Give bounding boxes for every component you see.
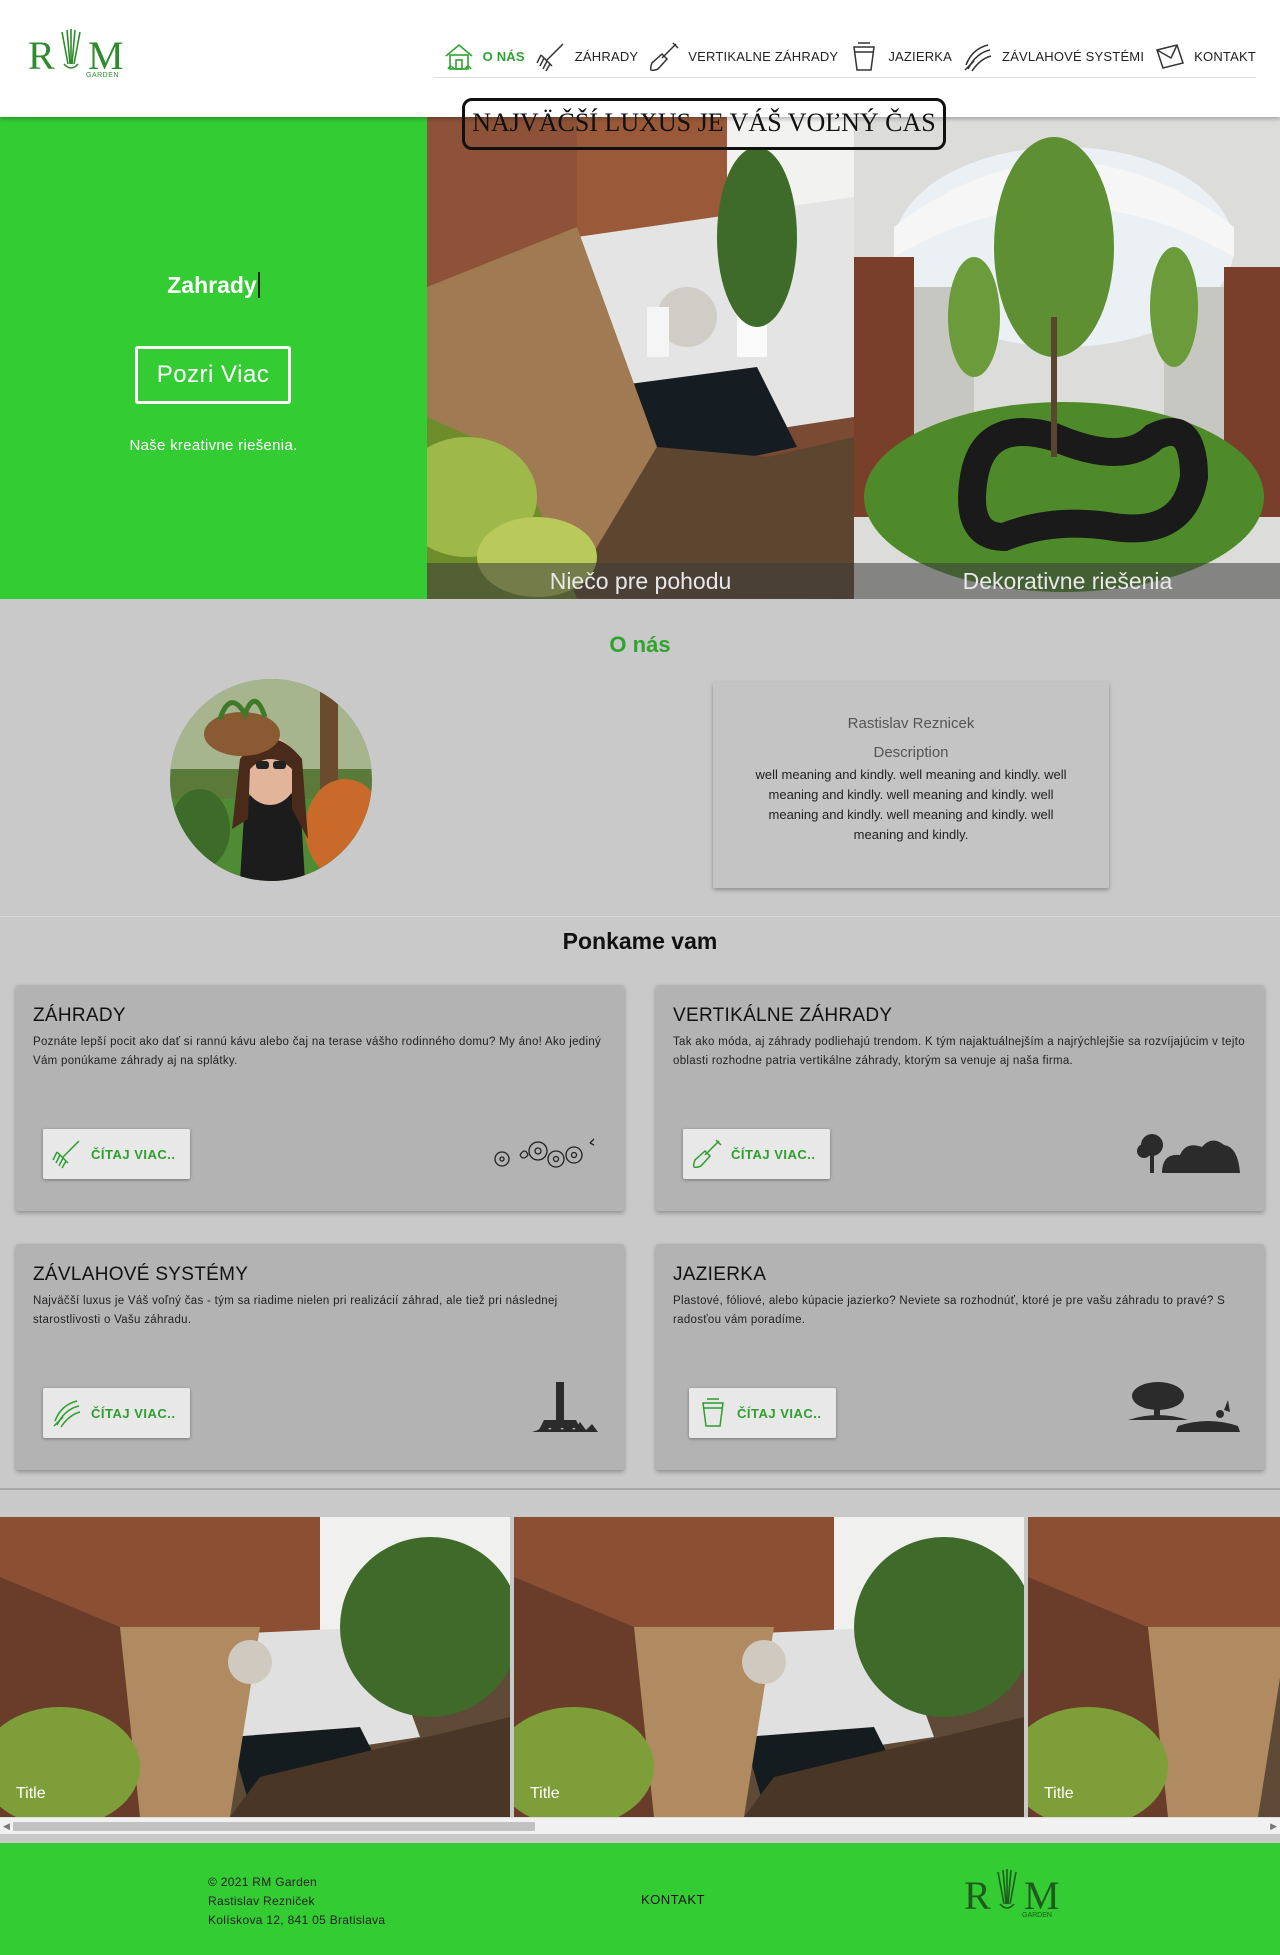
courtyard-photo	[854, 117, 1280, 599]
nav-item-kontakt[interactable]: KONTAKT	[1154, 41, 1256, 73]
read-more-button[interactable]: ČÍTAJ VIAC..	[43, 1129, 190, 1179]
scroll-left-icon[interactable]: ◀	[3, 1821, 10, 1832]
footer-info: © 2021 RM Garden Rastislav Rezniček Kolí…	[208, 1873, 385, 1930]
gallery-item[interactable]: Title	[514, 1517, 1024, 1817]
gallery-scrollbar[interactable]: ◀ ▶	[0, 1817, 1280, 1834]
flowers-icon	[494, 1138, 595, 1168]
card-title: ZÁVLAHOVÉ SYSTÉMY	[33, 1264, 249, 1285]
hero-image-terrace[interactable]: Niečo pre pohodu	[427, 117, 854, 599]
hero: Zahrady Pozri Viac Naše kreativne riešen…	[0, 117, 1280, 599]
nav-item-o-nas[interactable]: O NÁS	[443, 41, 525, 73]
shovel-icon	[650, 41, 679, 71]
card-text: Tak ako móda, aj záhrady podliehajú tren…	[673, 1036, 1245, 1067]
pond-tree-icon	[1128, 1382, 1240, 1432]
hero-image-courtyard[interactable]: Dekorativne riešenia	[854, 117, 1280, 599]
nav-item-vertikalne-zahrady[interactable]: VERTIKALNE ZÁHRADY	[648, 41, 838, 73]
rake-icon	[52, 1140, 80, 1169]
nav-item-jazierka[interactable]: JAZIERKA	[848, 41, 952, 73]
scrollbar-thumb[interactable]	[13, 1822, 535, 1831]
about-description-heading: Description	[873, 744, 949, 761]
rake-logo-icon	[997, 1869, 1017, 1909]
profile-photo	[170, 679, 372, 881]
gallery-title: Title	[530, 1785, 560, 1802]
nav-item-zahrady[interactable]: ZÁHRADY	[535, 41, 639, 73]
about-card: Rastislav Reznicek Description well mean…	[713, 682, 1109, 888]
gallery-title: Title	[16, 1785, 46, 1802]
footer-address: Kolískova 12, 841 05 Bratislava	[208, 1913, 386, 1927]
bushes-icon	[1137, 1134, 1240, 1173]
gallery-photo	[514, 1517, 1024, 1817]
pozri-viac-button[interactable]: Pozri Viac	[135, 346, 291, 404]
footer-contact-link[interactable]: KONTAKT	[641, 1892, 705, 1907]
gallery-item[interactable]: Title	[1028, 1517, 1280, 1817]
sprinkler-icon	[53, 1400, 81, 1428]
service-card-zahrady: ZÁHRADY Poznáte lepší pocit ako dať si r…	[16, 985, 624, 1211]
rake-logo-icon	[61, 29, 81, 69]
read-more-button[interactable]: ČÍTAJ VIAC..	[689, 1388, 836, 1438]
nav-item-zavlahove-systemi[interactable]: ZÁVLAHOVÉ SYSTÉMI	[962, 41, 1144, 73]
footer-logo[interactable]: R M GARDEN	[964, 1868, 1068, 1922]
main-nav: O NÁS ZÁHRADY VERTIKALNE ZÁHRADY JAZIERK…	[432, 40, 1256, 78]
service-card-jazierka: JAZIERKA Plastové, fóliové, alebo kúpaci…	[656, 1244, 1264, 1470]
hero-panel: Zahrady Pozri Viac Naše kreativne riešen…	[0, 117, 427, 599]
sprinkler-icon	[964, 43, 992, 71]
about-name: Rastislav Reznicek	[847, 715, 975, 732]
hero-title: Zahrady	[0, 272, 427, 299]
service-card-zavlahove-systemy: ZÁVLAHOVÉ SYSTÉMY Najväčší luxus je Váš …	[16, 1244, 624, 1470]
about-description: well meaning and kindly. well meaning an…	[755, 767, 1067, 842]
divider	[0, 916, 1280, 917]
gallery: Title Title Title	[0, 1517, 1280, 1817]
footer-copyright: © 2021 RM Garden	[208, 1875, 318, 1889]
text-cursor	[257, 272, 260, 298]
shovel-icon	[692, 1139, 722, 1169]
sprinkler-head-icon	[532, 1382, 598, 1432]
envelope-icon	[1156, 43, 1185, 69]
site-footer: © 2021 RM Garden Rastislav Rezniček Kolí…	[0, 1843, 1280, 1955]
slogan-banner: NAJVÄČŠÍ LUXUS JE VÁŠ VOĽNÝ ČAS	[462, 98, 946, 150]
read-more-button[interactable]: ČÍTAJ VIAC..	[43, 1388, 190, 1438]
avatar	[170, 679, 372, 881]
house-icon	[445, 43, 473, 70]
card-text: Poznáte lepší pocit ako dať si rannú káv…	[33, 1036, 602, 1067]
card-title: VERTIKÁLNE ZÁHRADY	[673, 1005, 893, 1026]
about-title: O nás	[609, 632, 671, 657]
bucket-icon	[702, 1398, 724, 1427]
hero-caption: Dekorativne riešenia	[854, 563, 1280, 599]
read-more-button[interactable]: ČÍTAJ VIAC..	[683, 1129, 830, 1179]
card-text: Plastové, fóliové, alebo kúpacie jazierk…	[673, 1295, 1226, 1326]
gallery-photo	[0, 1517, 510, 1817]
footer-name: Rastislav Rezniček	[208, 1894, 315, 1908]
card-text: Najväčší luxus je Váš voľný čas - tým sa…	[33, 1295, 558, 1326]
card-title: JAZIERKA	[673, 1264, 767, 1285]
gallery-photo	[1028, 1517, 1280, 1817]
rake-icon	[536, 42, 564, 71]
logo[interactable]: R M GARDEN	[28, 28, 132, 82]
hero-subtitle: Naše kreativne riešenia.	[129, 437, 298, 454]
card-title: ZÁHRADY	[33, 1005, 126, 1026]
gallery-item[interactable]: Title	[0, 1517, 510, 1817]
hero-caption: Niečo pre pohodu	[427, 563, 854, 599]
service-card-vertikalne-zahrady: VERTIKÁLNE ZÁHRADY Tak ako móda, aj záhr…	[656, 985, 1264, 1211]
divider	[0, 1488, 1280, 1490]
gallery-title: Title	[1044, 1785, 1074, 1802]
terrace-photo	[427, 117, 854, 599]
bucket-icon	[853, 41, 876, 71]
scroll-right-icon[interactable]: ▶	[1270, 1821, 1277, 1832]
services-title: Ponkame vam	[562, 928, 718, 954]
